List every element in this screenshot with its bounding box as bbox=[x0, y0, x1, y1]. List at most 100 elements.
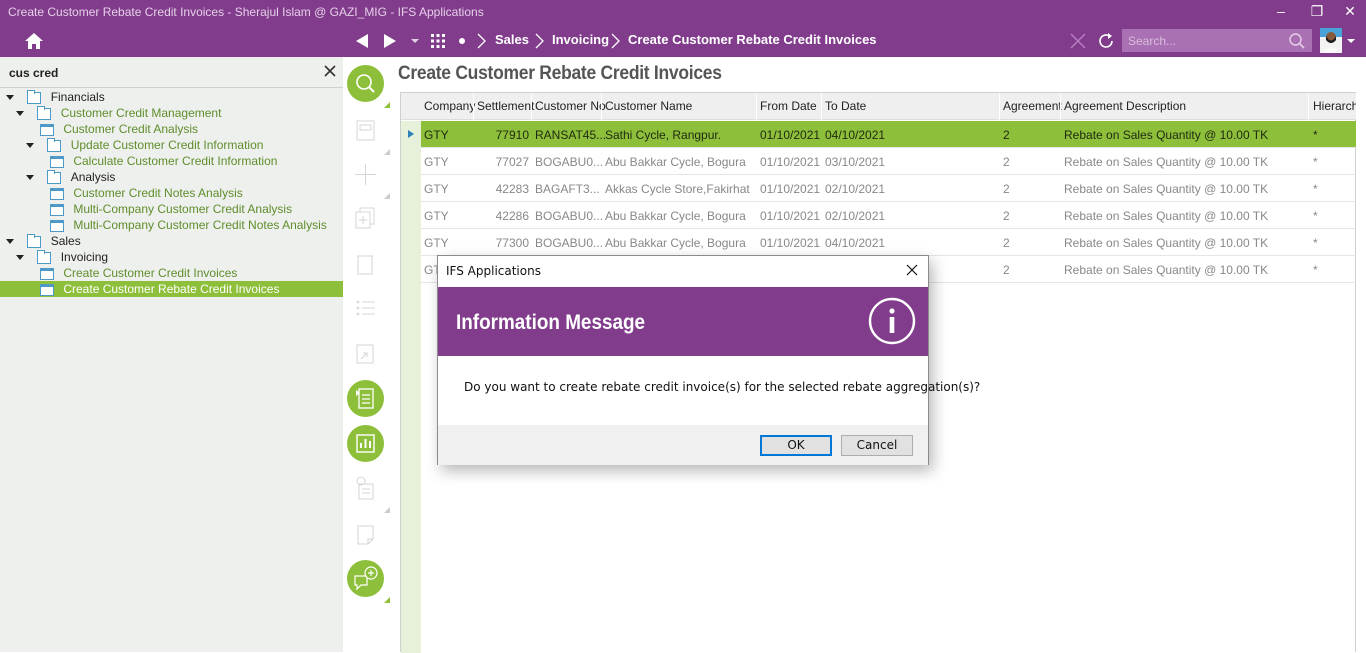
column-divider[interactable] bbox=[1060, 93, 1061, 120]
cell-to-date[interactable]: 04/10/2021 bbox=[825, 128, 885, 142]
cell-from-date[interactable]: 01/10/2021 bbox=[760, 182, 820, 196]
tree-item-create-customer-rebate-credit-invoices[interactable]: Create Customer Rebate Credit Invoices bbox=[0, 281, 343, 297]
expand-arrow-icon[interactable] bbox=[6, 239, 14, 245]
details-button[interactable] bbox=[347, 380, 384, 417]
expand-arrow-icon[interactable] bbox=[6, 95, 14, 101]
cell-agreement-desc[interactable]: Rebate on Sales Quantity @ 10.00 TK bbox=[1064, 263, 1268, 277]
cell-to-date[interactable]: 04/10/2021 bbox=[825, 236, 885, 250]
delete-button[interactable] bbox=[347, 245, 384, 282]
refresh-icon[interactable] bbox=[1096, 31, 1116, 51]
column-header-settlement[interactable]: Settlement bbox=[477, 99, 534, 113]
cell-agreement[interactable]: 2 bbox=[1003, 209, 1010, 223]
cell-customer-no[interactable]: BOGABU0... bbox=[535, 236, 603, 250]
tree-item-multi-company-customer-credit-notes-analysis[interactable]: Multi-Company Customer Credit Notes Anal… bbox=[50, 217, 343, 233]
cell-hierarchy[interactable]: * bbox=[1313, 155, 1318, 169]
cell-agreement-desc[interactable]: Rebate on Sales Quantity @ 10.00 TK bbox=[1064, 155, 1268, 169]
column-header-company[interactable]: Company bbox=[424, 99, 475, 113]
global-search[interactable] bbox=[1122, 29, 1312, 52]
cell-customer-no[interactable]: BOGABU0... bbox=[535, 155, 603, 169]
cell-agreement[interactable]: 2 bbox=[1003, 155, 1010, 169]
dropdown-icon[interactable] bbox=[405, 31, 425, 51]
cell-settlement[interactable]: 42286 bbox=[477, 209, 529, 223]
breadcrumb-current-page[interactable]: Create Customer Rebate Credit Invoices bbox=[628, 32, 877, 47]
table-row[interactable]: GTY 42283 BAGAFT3... Akkas Cycle Store,Faki… bbox=[421, 175, 1356, 202]
cell-to-date[interactable]: 03/10/2021 bbox=[825, 155, 885, 169]
clear-search-icon[interactable] bbox=[323, 64, 337, 78]
cell-customer-name[interactable]: Abu Bakkar Cycle, Bogura bbox=[605, 209, 746, 223]
restore-button[interactable]: ❐ bbox=[1300, 0, 1334, 24]
export-button[interactable] bbox=[347, 335, 384, 372]
column-header-customer-name[interactable]: Customer Name bbox=[605, 99, 692, 113]
column-divider[interactable] bbox=[999, 93, 1000, 120]
tree-item-analysis[interactable]: Analysis bbox=[26, 169, 343, 185]
cell-customer-name[interactable]: Akkas Cycle Store,Fakirhat bbox=[605, 182, 750, 196]
cell-company[interactable]: GTY bbox=[424, 209, 449, 223]
cell-hierarchy[interactable]: * bbox=[1313, 209, 1318, 223]
table-row[interactable]: GTY 42286 BOGABU0... Abu Bakkar Cycle, Bogu… bbox=[421, 202, 1356, 229]
close-icon[interactable] bbox=[904, 262, 920, 278]
cell-hierarchy[interactable]: * bbox=[1313, 128, 1318, 142]
expand-arrow-icon[interactable] bbox=[26, 143, 34, 149]
search-button[interactable] bbox=[347, 65, 390, 108]
tree-item-customer-credit-management[interactable]: Customer Credit Management bbox=[16, 105, 343, 121]
tree-item-multi-company-customer-credit-analysis[interactable]: Multi-Company Customer Credit Analysis bbox=[50, 201, 343, 217]
apps-grid-icon[interactable] bbox=[428, 31, 448, 51]
column-header-customer-no[interactable]: Customer No bbox=[535, 99, 606, 113]
tree-item-customer-credit-notes-analysis[interactable]: Customer Credit Notes Analysis bbox=[50, 185, 343, 201]
cell-agreement-desc[interactable]: Rebate on Sales Quantity @ 10.00 TK bbox=[1064, 128, 1268, 142]
cell-hierarchy[interactable]: * bbox=[1313, 182, 1318, 196]
cell-settlement[interactable]: 42283 bbox=[477, 182, 529, 196]
column-header-hierarchy[interactable]: Hierarchy bbox=[1313, 99, 1356, 113]
expand-arrow-icon[interactable] bbox=[26, 175, 34, 181]
search-input[interactable] bbox=[1122, 29, 1282, 52]
analysis-button[interactable] bbox=[347, 425, 384, 462]
column-header-agreement-description[interactable]: Agreement Description bbox=[1064, 99, 1186, 113]
cell-agreement[interactable]: 2 bbox=[1003, 182, 1010, 196]
cancel-icon[interactable] bbox=[1068, 31, 1088, 51]
row-selector-column[interactable] bbox=[401, 121, 421, 653]
close-window-button[interactable]: ✕ bbox=[1333, 0, 1366, 24]
expand-arrow-icon[interactable] bbox=[16, 111, 24, 117]
cell-from-date[interactable]: 01/10/2021 bbox=[760, 209, 820, 223]
home-icon[interactable] bbox=[24, 31, 44, 51]
cell-customer-name[interactable]: Abu Bakkar Cycle, Bogura bbox=[605, 155, 746, 169]
new-button[interactable] bbox=[347, 156, 390, 199]
cell-customer-name[interactable]: Abu Bakkar Cycle, Bogura bbox=[605, 236, 746, 250]
cell-agreement-desc[interactable]: Rebate on Sales Quantity @ 10.00 TK bbox=[1064, 209, 1268, 223]
cell-company[interactable]: GTY bbox=[424, 128, 449, 142]
tree-item-customer-credit-analysis[interactable]: Customer Credit Analysis bbox=[40, 121, 343, 137]
user-menu-dropdown-icon[interactable] bbox=[1344, 31, 1358, 51]
navigator-search[interactable]: cus cred bbox=[0, 57, 343, 88]
cell-to-date[interactable]: 02/10/2021 bbox=[825, 209, 885, 223]
cell-customer-no[interactable]: RANSAT45... bbox=[535, 128, 606, 142]
cell-agreement-desc[interactable]: Rebate on Sales Quantity @ 10.00 TK bbox=[1064, 236, 1268, 250]
tree-item-invoicing[interactable]: Invoicing bbox=[16, 249, 343, 265]
cell-agreement[interactable]: 2 bbox=[1003, 128, 1010, 142]
breadcrumb-invoicing[interactable]: Invoicing bbox=[552, 32, 609, 47]
column-divider[interactable] bbox=[601, 93, 602, 120]
cell-from-date[interactable]: 01/10/2021 bbox=[760, 155, 820, 169]
cell-from-date[interactable]: 01/10/2021 bbox=[760, 128, 820, 142]
cell-company[interactable]: GTY bbox=[424, 155, 449, 169]
cell-agreement[interactable]: 2 bbox=[1003, 263, 1010, 277]
column-divider[interactable] bbox=[1308, 93, 1309, 120]
minimize-button[interactable]: – bbox=[1264, 0, 1298, 24]
table-row[interactable]: GTY 77027 BOGABU0... Abu Bakkar Cycle, Bogu… bbox=[421, 148, 1356, 175]
table-row[interactable]: GTY 77910 RANSAT45... Sathi Cycle, Rangpur.… bbox=[421, 121, 1356, 148]
cell-customer-name[interactable]: Sathi Cycle, Rangpur. bbox=[605, 128, 721, 142]
ok-button[interactable]: OK bbox=[760, 435, 832, 456]
cell-settlement[interactable]: 77027 bbox=[477, 155, 529, 169]
dot-icon[interactable] bbox=[452, 31, 472, 51]
expand-arrow-icon[interactable] bbox=[16, 255, 24, 261]
duplicate-button[interactable] bbox=[347, 200, 384, 237]
cell-settlement[interactable]: 77910 bbox=[477, 128, 529, 142]
cell-hierarchy[interactable]: * bbox=[1313, 236, 1318, 250]
tree-item-create-customer-credit-invoices[interactable]: Create Customer Credit Invoices bbox=[40, 265, 343, 281]
column-header-from-date[interactable]: From Date bbox=[760, 99, 817, 113]
tree-item-sales[interactable]: Sales bbox=[6, 233, 343, 249]
info-doc-button[interactable] bbox=[347, 470, 390, 513]
breadcrumb-sales[interactable]: Sales bbox=[495, 32, 529, 47]
search-icon[interactable] bbox=[1288, 32, 1306, 50]
cell-company[interactable]: GTY bbox=[424, 182, 449, 196]
cell-settlement[interactable]: 77300 bbox=[477, 236, 529, 250]
